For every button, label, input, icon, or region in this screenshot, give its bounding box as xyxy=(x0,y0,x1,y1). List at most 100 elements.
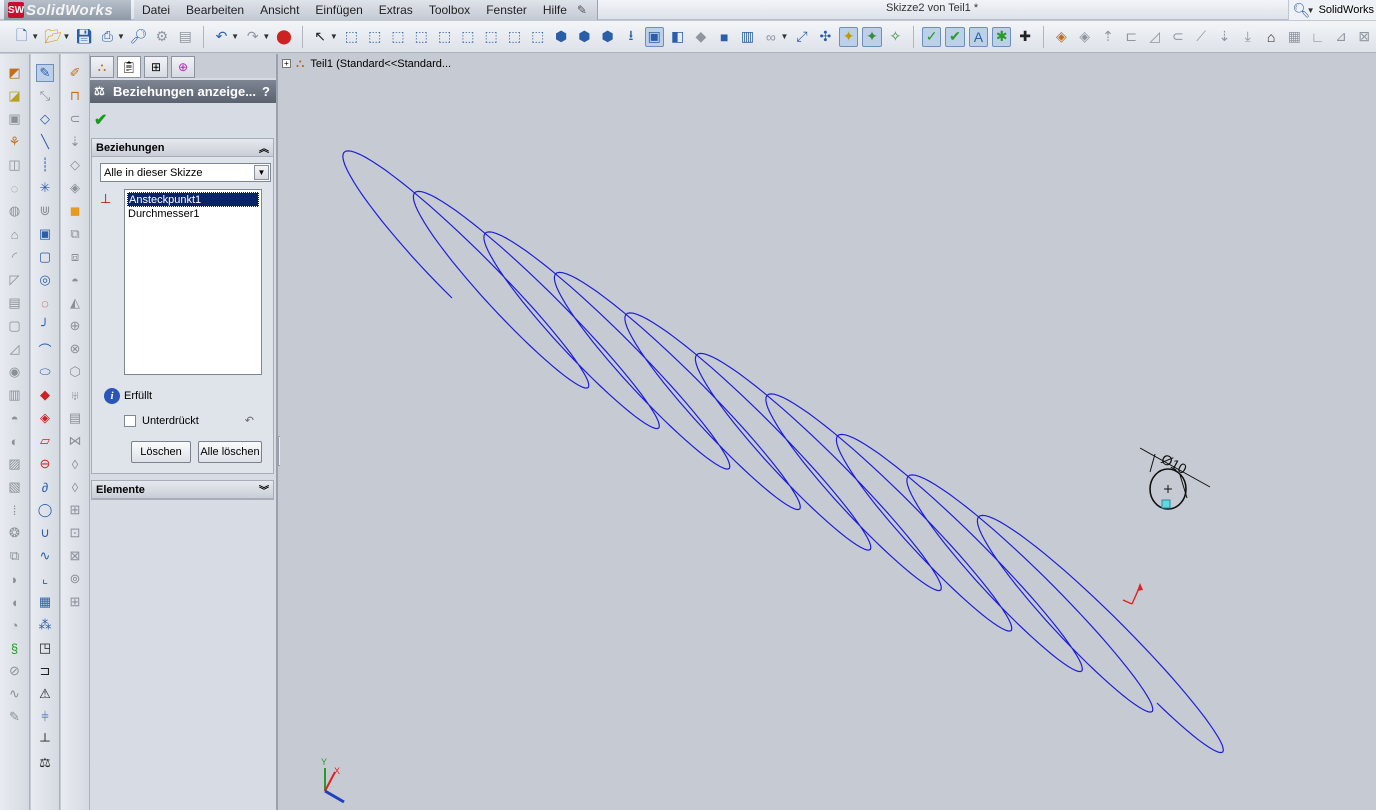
feature-hole-icon[interactable]: ◉ xyxy=(6,363,24,381)
display-icon-a[interactable]: ✦ xyxy=(838,26,859,47)
feature-draft-icon-v[interactable]: ◿ xyxy=(6,340,24,358)
feature-surface-icon[interactable]: ◖ xyxy=(6,593,24,611)
feature-dome-icon[interactable]: ◓ xyxy=(6,409,24,427)
graphics-area[interactable]: Ø10 Y X + ⛬ Teil1 (Standard<<Standard... xyxy=(280,54,1376,810)
tab-feature-manager[interactable]: ⛬ xyxy=(90,56,114,78)
search-dropdown-icon[interactable]: ▼ xyxy=(1307,6,1315,15)
view-normal-icon[interactable]: ⬢ xyxy=(551,27,570,47)
view-front-icon[interactable]: ⬚ xyxy=(342,27,361,47)
feature-pattern-linear-icon[interactable]: ⁞ xyxy=(6,501,24,519)
relations-list[interactable]: Ansteckpunkt1 Durchmesser1 xyxy=(124,189,262,375)
tool-copy-icon[interactable]: ⧉ xyxy=(66,225,84,243)
feature-shell-icon[interactable]: ⟋ xyxy=(1192,27,1211,47)
feature-helix-icon[interactable]: § xyxy=(6,639,24,657)
feature-cut-sweep-icon[interactable]: ◍ xyxy=(6,202,24,220)
feature-split-icon[interactable]: ⊘ xyxy=(6,662,24,680)
display-icon-c[interactable]: ✧ xyxy=(886,27,905,47)
elements-group-header[interactable]: Elemente ︾ xyxy=(92,481,273,499)
rebuild-icon[interactable]: ▤ xyxy=(176,27,195,47)
feature-draft-icon[interactable]: ⇣ xyxy=(1215,27,1234,47)
tool-filter-c-icon[interactable]: ◊ xyxy=(66,478,84,496)
undo-icon[interactable]: ↶ xyxy=(212,27,231,47)
mirror-entities-icon[interactable]: ⫩ xyxy=(36,708,54,726)
centerline-icon[interactable]: ┊ xyxy=(36,156,54,174)
wireframe-icon[interactable]: ▣ xyxy=(644,26,664,47)
point-icon[interactable]: ✳ xyxy=(36,179,54,197)
feature-more-icon[interactable]: ⊠ xyxy=(1355,27,1374,47)
tool-filter-a-icon[interactable]: ⋈ xyxy=(66,432,84,450)
collapse-chevron-icon[interactable]: ︽ xyxy=(259,140,269,155)
menu-toolbox[interactable]: Toolbox xyxy=(421,3,478,17)
menu-hilfe[interactable]: Hilfe xyxy=(535,3,575,17)
feature-extrude-icon[interactable]: ◈ xyxy=(1052,27,1071,47)
feature-tools-icon[interactable]: ✎ xyxy=(6,708,24,726)
tool-surface-icon[interactable]: ◈ xyxy=(66,179,84,197)
line-icon[interactable]: ╲ xyxy=(36,133,54,151)
feature-shape-icon[interactable]: ◐ xyxy=(6,432,24,450)
tool-list-icon[interactable]: ▤ xyxy=(66,409,84,427)
view-bottom-icon[interactable]: ⬚ xyxy=(458,27,477,47)
feature-pattern-icon[interactable]: ▦ xyxy=(1285,27,1304,47)
feature-scale-icon[interactable]: ▧ xyxy=(6,478,24,496)
menu-extras[interactable]: Extras xyxy=(371,3,421,17)
sketch-offset-icon[interactable]: ◯ xyxy=(36,501,54,519)
tool-filter-b-icon[interactable]: ◊ xyxy=(66,455,84,473)
spline-icon[interactable]: ∂ xyxy=(36,478,54,496)
feature-tree-root[interactable]: + ⛬ Teil1 (Standard<<Standard... xyxy=(280,56,451,71)
undo-icon[interactable]: ↶ xyxy=(245,414,254,427)
tool-move-icon[interactable]: ⧈ xyxy=(66,248,84,266)
menu-bearbeiten[interactable]: Bearbeiten xyxy=(178,3,252,17)
tool-filter-d-icon[interactable]: ⊞ xyxy=(66,501,84,519)
view-top-icon[interactable]: ⬚ xyxy=(435,27,454,47)
tool-rotate-icon[interactable]: ◓ xyxy=(66,271,84,289)
feature-chamfer-icon-v[interactable]: ◸ xyxy=(6,271,24,289)
suppressed-checkbox[interactable] xyxy=(124,414,136,427)
polygon-icon[interactable]: ◆ xyxy=(36,386,54,404)
wave-spline-icon[interactable]: ∿ xyxy=(36,547,54,565)
section-view-icon[interactable]: ▥ xyxy=(738,27,757,47)
new-document-icon[interactable]: 🗋 xyxy=(12,27,31,47)
feature-fillet-icon[interactable]: ⊏ xyxy=(1122,27,1141,47)
rotate-icon[interactable]: ✣ xyxy=(816,27,835,47)
convert-entities-icon[interactable]: ◳ xyxy=(36,639,54,657)
add-relation-icon[interactable]: ┴ xyxy=(36,731,54,749)
feature-wrap-icon[interactable]: ▥ xyxy=(6,386,24,404)
tool-curve-icon[interactable]: ⇣ xyxy=(66,133,84,151)
display-icon-b[interactable]: ✦ xyxy=(862,26,882,47)
circle-icon[interactable]: ◎ xyxy=(36,271,54,289)
zoom-icon[interactable]: ⤢ xyxy=(792,27,811,47)
feature-cut-icon[interactable]: ◈ xyxy=(1075,27,1094,47)
relation-filter-dropdown[interactable]: Alle in dieser Skizze ▼ xyxy=(100,163,271,182)
tool-cube-icon[interactable]: ⬡ xyxy=(66,363,84,381)
delete-all-button[interactable]: Alle löschen xyxy=(198,441,262,463)
sketch-tool-d-icon[interactable]: ✱ xyxy=(992,26,1012,47)
pin-menu-icon[interactable]: ✎ xyxy=(577,3,591,17)
feature-rib-icon[interactable]: ⊂ xyxy=(1168,27,1187,47)
slot-icon[interactable]: ⊖ xyxy=(36,455,54,473)
three-point-arc-icon[interactable]: ⌒ xyxy=(36,340,54,358)
tool-filter-h-icon[interactable]: ⊞ xyxy=(66,593,84,611)
view-orientation-icon[interactable]: ∞ xyxy=(761,27,780,47)
ellipse-icon[interactable]: ⬭ xyxy=(36,363,54,381)
print-preview-icon[interactable]: 🔎︎ xyxy=(129,27,148,47)
view-iso-icon[interactable]: ⬚ xyxy=(482,27,501,47)
view-trimetric-icon[interactable]: ⬚ xyxy=(505,27,524,47)
feature-plane-icon[interactable]: ∟ xyxy=(1308,27,1327,47)
feature-cut-extrude-icon[interactable]: ◫ xyxy=(6,156,24,174)
tool-ref-icon[interactable]: ⊂ xyxy=(66,110,84,128)
parabola-icon[interactable]: ◈ xyxy=(36,409,54,427)
tool-weld-icon[interactable]: ♅ xyxy=(66,386,84,404)
feature-sweep-icon[interactable]: ▣ xyxy=(6,110,24,128)
view-two-icon[interactable]: ⬢ xyxy=(598,27,617,47)
tool-annotate-icon[interactable]: ✐ xyxy=(66,64,84,82)
menu-datei[interactable]: Datei xyxy=(134,3,178,17)
tool-deform-icon[interactable]: ◭ xyxy=(66,294,84,312)
smart-dimension-icon[interactable]: ◇ xyxy=(36,110,54,128)
3d-sketch-icon[interactable]: ⤡ xyxy=(36,87,54,105)
sketch-tool-c-icon[interactable]: A xyxy=(968,26,989,47)
tool-filter-g-icon[interactable]: ⊚ xyxy=(66,570,84,588)
help-button[interactable]: ? xyxy=(262,84,270,99)
fix-icon[interactable]: ⋓ xyxy=(36,202,54,220)
ok-check-icon[interactable]: ✔ xyxy=(94,110,107,130)
feature-curve-icon[interactable]: ◗ xyxy=(6,570,24,588)
